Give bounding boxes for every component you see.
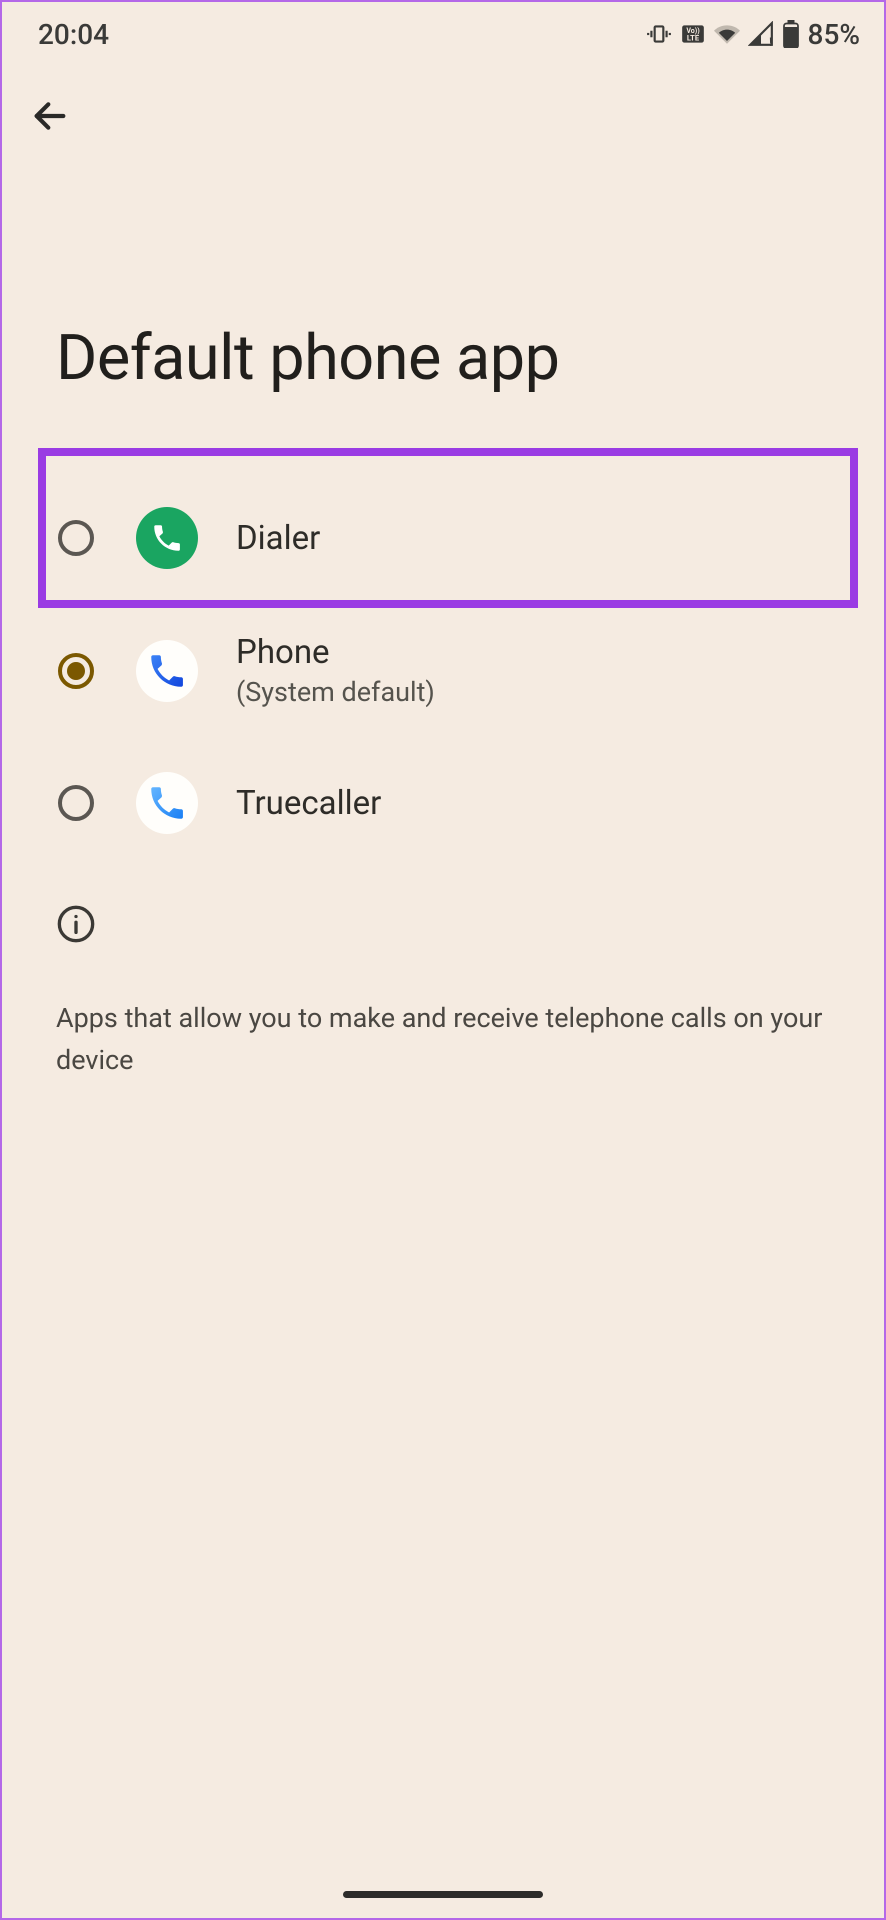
option-text: Dialer [236, 519, 320, 558]
phone-app-icon [136, 640, 198, 702]
back-button[interactable] [26, 92, 74, 140]
nav-handle[interactable] [343, 1891, 543, 1898]
info-section: Apps that allow you to make and receive … [2, 904, 884, 1082]
page-title: Default phone app [2, 152, 884, 395]
dialer-app-icon [136, 507, 198, 569]
radio-icon [58, 653, 94, 689]
status-bar: 20:04 Vo)) LTE [2, 2, 884, 62]
vibrate-icon [646, 21, 672, 47]
svg-text:!: ! [769, 35, 772, 47]
radio-icon [58, 785, 94, 821]
option-sublabel: (System default) [236, 676, 435, 708]
option-phone[interactable]: Phone (System default) [2, 601, 884, 740]
info-description: Apps that allow you to make and receive … [56, 998, 830, 1082]
options-list: Dialer Phone (System default) [2, 475, 884, 866]
option-label: Phone [236, 633, 435, 672]
option-label: Truecaller [236, 784, 381, 823]
option-text: Truecaller [236, 784, 381, 823]
option-text: Phone (System default) [236, 633, 435, 708]
signal-icon: ! [748, 21, 774, 47]
option-truecaller[interactable]: Truecaller [2, 740, 884, 866]
clock: 20:04 [38, 18, 109, 51]
option-label: Dialer [236, 519, 320, 558]
top-bar [2, 62, 884, 152]
wifi-icon [714, 21, 740, 47]
truecaller-app-icon [136, 772, 198, 834]
radio-icon [58, 520, 94, 556]
volte-icon: Vo)) LTE [680, 21, 706, 47]
status-icons: Vo)) LTE ! 85% [646, 18, 860, 51]
info-icon [56, 904, 830, 948]
battery-pct: 85% [808, 18, 860, 51]
option-dialer[interactable]: Dialer [2, 475, 884, 601]
battery-icon [782, 20, 800, 48]
svg-text:LTE: LTE [686, 34, 699, 43]
